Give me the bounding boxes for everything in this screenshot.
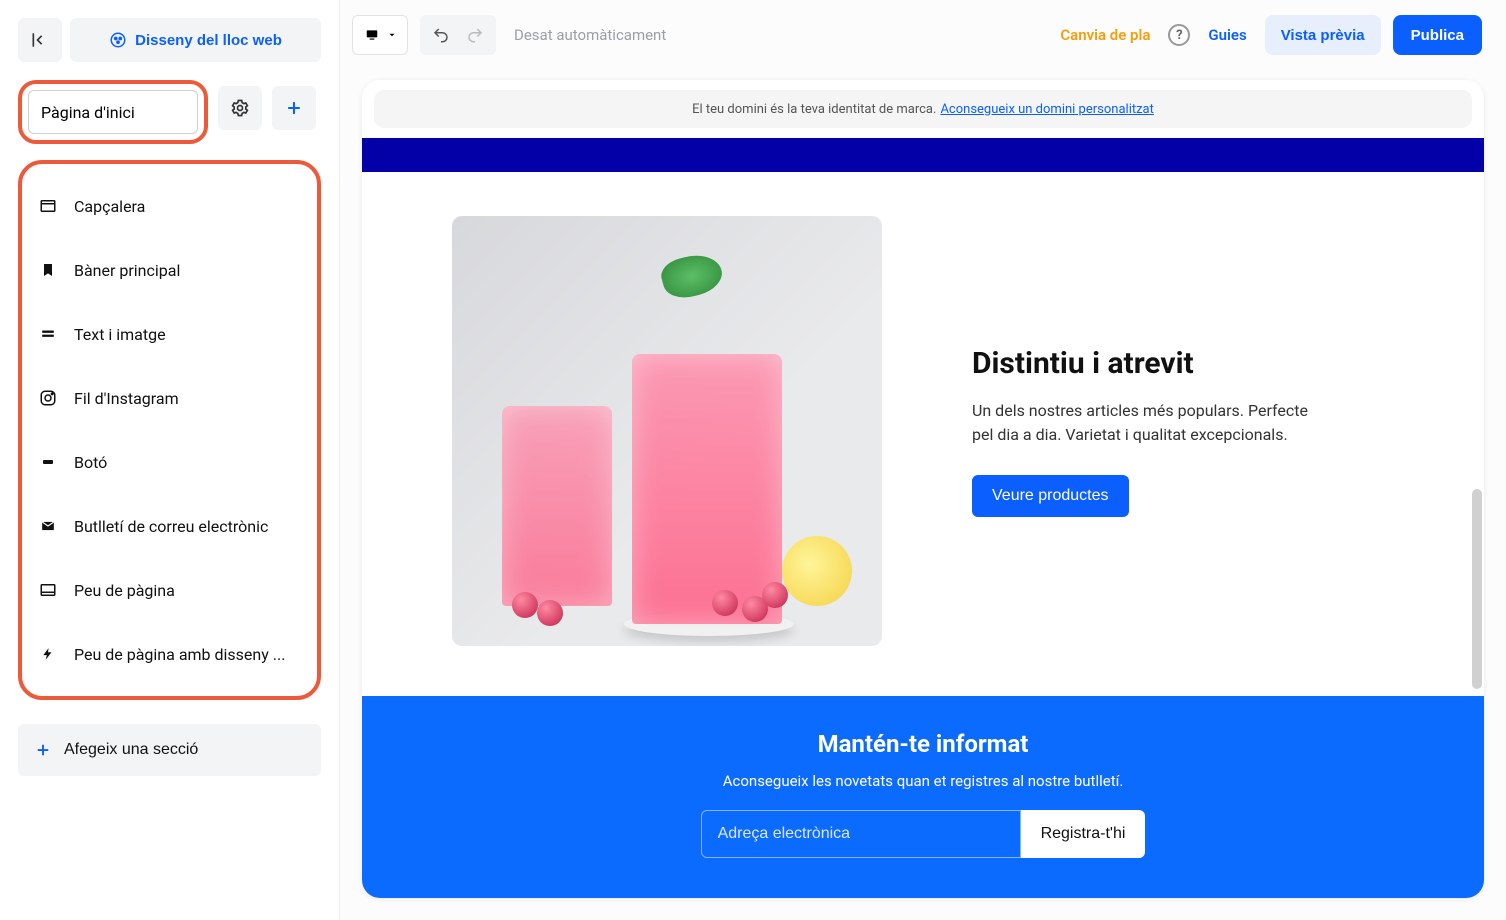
page-select-value: Pàgina d'inici (41, 103, 135, 122)
chevron-down-icon (387, 30, 397, 40)
section-item-banner[interactable]: Bàner principal (30, 238, 309, 302)
change-plan-link[interactable]: Canvia de pla (1054, 26, 1156, 44)
publish-button[interactable]: Publica (1393, 15, 1482, 55)
section-list: Capçalera Bàner principal Text i imatge … (30, 174, 309, 686)
newsletter-subtitle: Aconsegueix les novetats quan et registr… (382, 772, 1464, 790)
domain-banner: El teu domini és la teva identitat de ma… (374, 90, 1472, 128)
domain-banner-link[interactable]: Aconsegueix un domini personalitzat (940, 102, 1153, 117)
button-icon (38, 456, 58, 468)
section-label: Capçalera (74, 197, 145, 216)
topbar: Desat automàticament Canvia de pla ? Gui… (340, 0, 1506, 70)
sidebar-top-row: Disseny del lloc web (18, 18, 321, 62)
canvas: El teu domini és la teva identitat de ma… (362, 80, 1484, 898)
header-icon (38, 197, 58, 215)
section-item-instagram[interactable]: Fil d'Instagram (30, 366, 309, 430)
site-header-strip (362, 138, 1484, 172)
section-label: Bàner principal (74, 261, 180, 280)
feature-title: Distintiu i atrevit (972, 346, 1332, 381)
section-item-footer[interactable]: Peu de pàgina (30, 558, 309, 622)
add-page-button[interactable] (272, 86, 316, 130)
newsletter-section: Mantén-te informat Aconsegueix les novet… (362, 696, 1484, 898)
feature-body: Un dels nostres articles més populars. P… (972, 399, 1332, 447)
plus-icon (34, 741, 52, 759)
page-select-highlight: Pàgina d'inici (18, 80, 208, 144)
section-item-footer-design[interactable]: Peu de pàgina amb disseny ... (30, 622, 309, 686)
desktop-icon (363, 28, 381, 42)
add-section-label: Afegeix una secció (64, 741, 198, 759)
newsletter-form: Registra-t'hi (382, 810, 1464, 858)
footer-icon (38, 581, 58, 599)
redo-icon (466, 26, 484, 44)
page-select-row: Pàgina d'inici (18, 80, 321, 144)
newsletter-title: Mantén-te informat (382, 730, 1464, 758)
site-design-button[interactable]: Disseny del lloc web (70, 18, 321, 62)
undo-icon (432, 26, 450, 44)
newsletter-submit-button[interactable]: Registra-t'hi (1021, 810, 1146, 858)
page-settings-button[interactable] (218, 86, 262, 130)
section-item-newsletter[interactable]: Butlletí de correu electrònic (30, 494, 309, 558)
plus-icon (284, 98, 304, 118)
section-label: Botó (74, 453, 107, 472)
redo-button[interactable] (458, 18, 492, 52)
scrollbar[interactable] (1472, 489, 1482, 689)
section-label: Text i imatge (74, 325, 166, 344)
section-label: Peu de pàgina amb disseny ... (74, 645, 285, 664)
undo-redo-group (420, 15, 496, 55)
sidebar: Disseny del lloc web Pàgina d'inici Capç… (0, 0, 340, 920)
undo-button[interactable] (424, 18, 458, 52)
feature-section: Distintiu i atrevit Un dels nostres arti… (362, 172, 1484, 696)
bookmark-icon (38, 262, 58, 278)
save-status: Desat automàticament (514, 26, 666, 44)
guides-link[interactable]: Guies (1202, 26, 1252, 44)
add-section-button[interactable]: Afegeix una secció (18, 724, 321, 776)
page-select[interactable]: Pàgina d'inici (28, 90, 198, 134)
section-label: Butlletí de correu electrònic (74, 517, 268, 536)
feature-text: Distintiu i atrevit Un dels nostres arti… (972, 346, 1332, 517)
section-label: Fil d'Instagram (74, 389, 179, 408)
site-preview-scroll[interactable]: Distintiu i atrevit Un dels nostres arti… (362, 138, 1484, 898)
instagram-icon (38, 389, 58, 407)
domain-banner-text: El teu domini és la teva identitat de ma… (692, 102, 936, 117)
gear-icon (230, 98, 250, 118)
newsletter-email-input[interactable] (701, 810, 1021, 858)
feature-cta-button[interactable]: Veure productes (972, 475, 1129, 517)
exit-editor-button[interactable] (18, 18, 62, 62)
sections-highlight: Capçalera Bàner principal Text i imatge … (18, 160, 321, 700)
main: Desat automàticament Canvia de pla ? Gui… (340, 0, 1506, 920)
section-label: Peu de pàgina (74, 581, 175, 600)
device-dropdown[interactable] (352, 15, 408, 55)
preview-button[interactable]: Vista prèvia (1265, 15, 1381, 55)
section-item-text-image[interactable]: Text i imatge (30, 302, 309, 366)
mail-icon (38, 519, 58, 533)
bolt-icon (38, 645, 58, 663)
section-item-button[interactable]: Botó (30, 430, 309, 494)
help-icon[interactable]: ? (1168, 24, 1190, 46)
palette-icon (109, 31, 127, 49)
exit-icon (30, 30, 50, 50)
feature-image (452, 216, 882, 646)
text-image-icon (38, 327, 58, 341)
site-design-label: Disseny del lloc web (135, 32, 282, 49)
section-item-header[interactable]: Capçalera (30, 174, 309, 238)
